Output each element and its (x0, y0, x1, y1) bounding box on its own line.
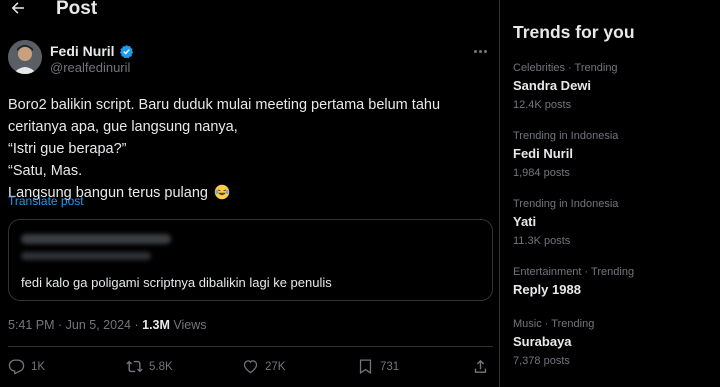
trend-item[interactable]: Celebrities · Trending Sandra Dewi 12.4K… (513, 61, 713, 112)
trends-panel: Trends for you Celebrities · Trending Sa… (500, 0, 720, 387)
post-column: Post Fedi Nuril @realfedinuril Boro2 bal… (0, 0, 500, 387)
trend-context: Celebrities · Trending (513, 62, 618, 74)
trend-item[interactable]: Trending in Indonesia Yati 11.3K posts (513, 197, 713, 248)
app-root: Post Fedi Nuril @realfedinuril Boro2 bal… (0, 0, 720, 387)
views-count: 1.3M (142, 318, 170, 332)
verified-badge-icon (119, 44, 133, 58)
author-handle[interactable]: @realfedinuril (50, 60, 130, 75)
avatar[interactable] (8, 40, 42, 74)
quoted-post[interactable]: fedi kalo ga poligami scriptnya dibaliki… (8, 219, 493, 301)
actions-divider (8, 346, 493, 347)
back-arrow-icon (11, 2, 24, 14)
like-button[interactable]: 27K (242, 358, 285, 375)
translate-post-link[interactable]: Translate post (8, 194, 84, 208)
bookmark-count: 731 (380, 360, 400, 373)
more-icon (473, 49, 487, 53)
author-name-row: Fedi Nuril (50, 43, 134, 59)
post-author: Fedi Nuril @realfedinuril (8, 40, 493, 80)
repost-count: 5.8K (149, 360, 173, 373)
author-name[interactable]: Fedi Nuril (50, 43, 115, 59)
post-text-line: “Istri gue berapa?” (8, 141, 127, 157)
post-text-line: Boro2 balikin script. Baru duduk mulai m… (8, 97, 441, 113)
bookmark-icon (359, 359, 372, 375)
more-button[interactable] (469, 44, 491, 58)
post-text-line: ceritanya apa, gue langsung nanya, (8, 119, 238, 135)
quoted-author-redacted (21, 234, 171, 244)
trend-name: Yati (513, 214, 537, 229)
post-meta: 5:41 PM · Jun 5, 2024 · 1.3M Views (8, 318, 207, 332)
trend-context: Trending in Indonesia (513, 198, 619, 210)
post-actions: 1K 5.8K 27K 731 (8, 358, 493, 378)
post-header: Post (0, 0, 500, 22)
trend-item[interactable]: Entertainment · Trending Reply 1988 (513, 265, 713, 299)
trend-name: Reply 1988 (513, 282, 581, 297)
share-button[interactable] (472, 358, 489, 375)
trend-count: 11.3K posts (513, 235, 571, 247)
trend-count: 1,984 posts (513, 167, 570, 179)
post-timestamp[interactable]: 5:41 PM · Jun 5, 2024 · (8, 318, 139, 332)
repost-icon (126, 360, 143, 373)
trend-count: 12.4K posts (513, 99, 572, 111)
back-button[interactable] (8, 0, 28, 18)
bookmark-button[interactable]: 731 (357, 358, 399, 375)
share-icon (474, 359, 487, 373)
views-label: Views (173, 318, 207, 332)
trend-name: Surabaya (513, 334, 572, 349)
trends-title: Trends for you (513, 22, 635, 42)
trend-name: Sandra Dewi (513, 78, 592, 93)
laughing-emoji-icon (214, 184, 230, 200)
quoted-post-text: fedi kalo ga poligami scriptnya dibaliki… (21, 275, 332, 290)
like-count: 27K (265, 360, 286, 373)
trend-item[interactable]: Trending in Indonesia Fedi Nuril 1,984 p… (513, 129, 713, 180)
post-text: Boro2 balikin script. Baru duduk mulai m… (8, 94, 488, 204)
trend-name: Fedi Nuril (513, 146, 573, 161)
trend-count: 7,378 posts (513, 355, 570, 367)
post-text-line: “Satu, Mas. (8, 163, 83, 179)
trend-item[interactable]: Music · Trending Surabaya 7,378 posts (513, 317, 713, 368)
like-icon (243, 360, 258, 374)
page-title: Post (56, 0, 98, 19)
trend-context: Music · Trending (513, 318, 595, 330)
quoted-reply-context-redacted (21, 252, 151, 260)
reply-button[interactable]: 1K (8, 358, 45, 375)
reply-count: 1K (31, 360, 46, 373)
trend-context: Entertainment · Trending (513, 266, 635, 278)
trend-context: Trending in Indonesia (513, 130, 619, 142)
reply-icon (8, 359, 25, 375)
repost-button[interactable]: 5.8K (126, 358, 173, 375)
